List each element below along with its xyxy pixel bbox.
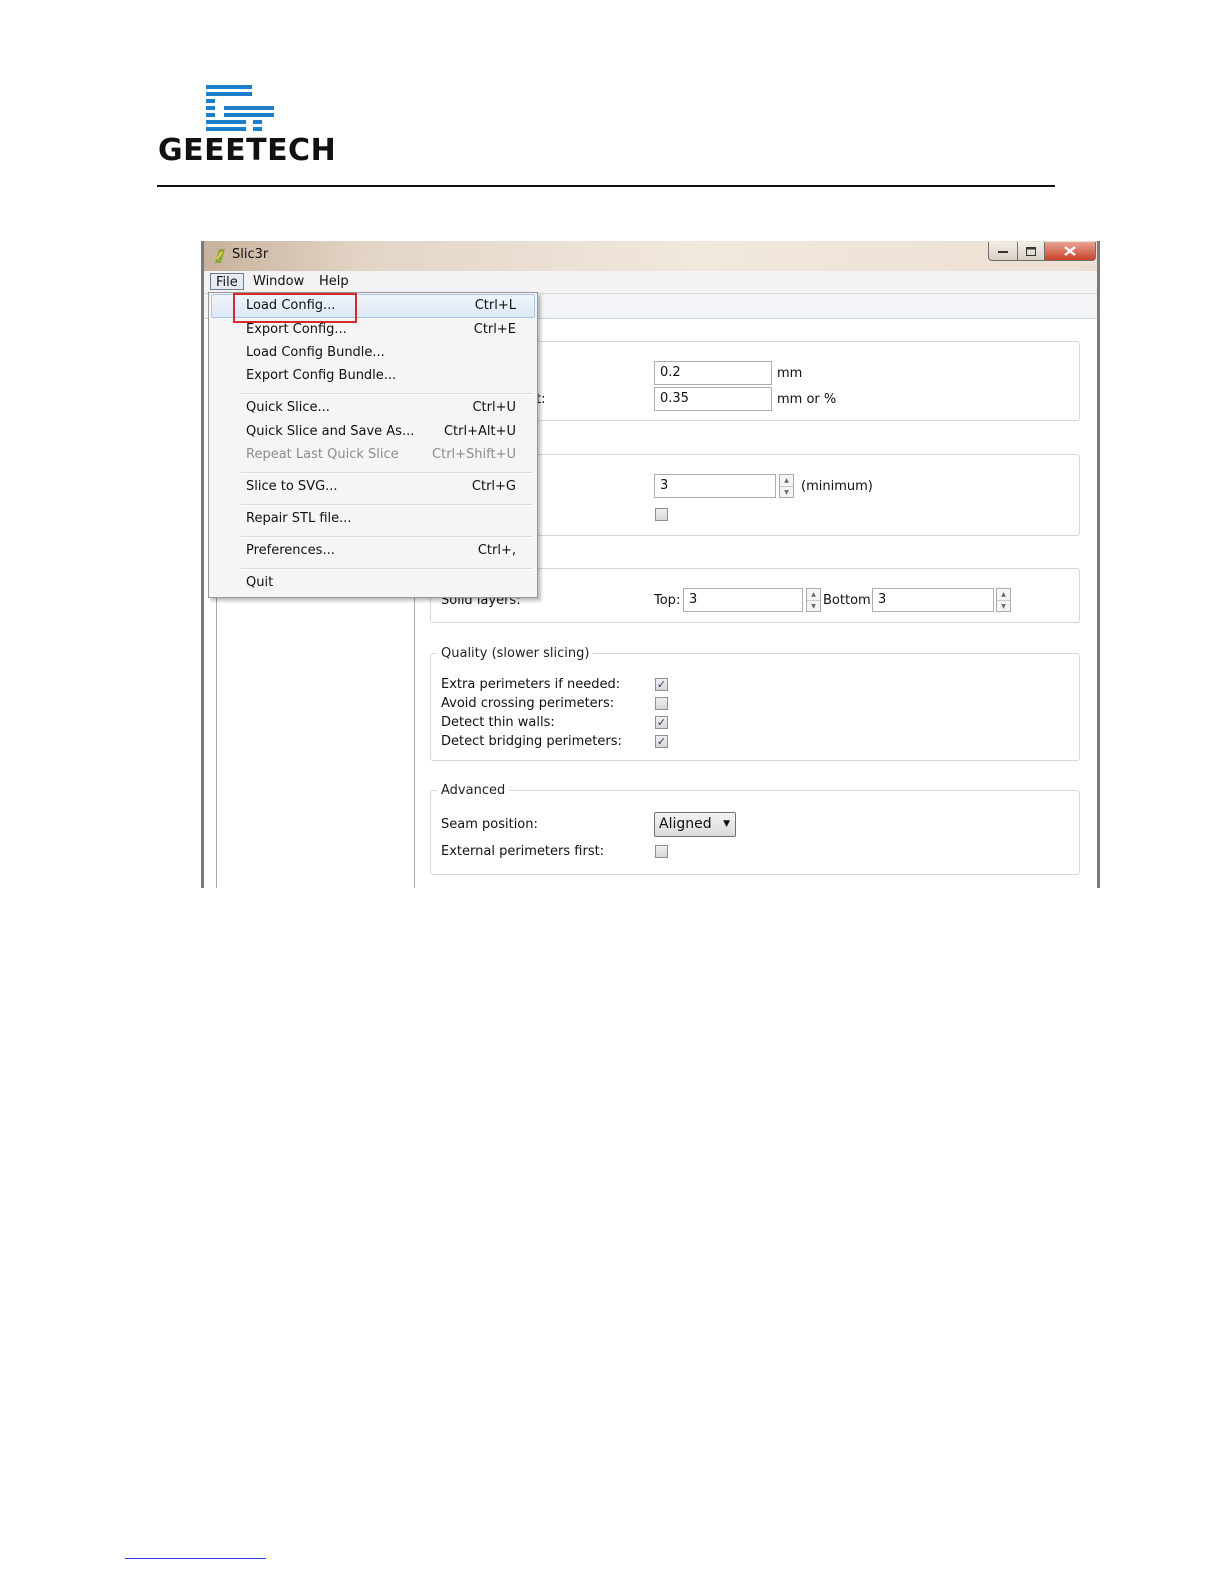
- menu-item-label: Export Config...: [246, 322, 347, 337]
- spin-down-icon[interactable]: ▼: [807, 601, 820, 612]
- layer-height-unit: mm: [777, 366, 803, 381]
- perimeters-input[interactable]: 3: [654, 474, 776, 498]
- header-divider: [157, 185, 1055, 187]
- spin-up-icon[interactable]: ▲: [807, 589, 820, 601]
- menu-item-label: Quick Slice and Save As...: [246, 424, 415, 439]
- menu-item-shortcut: Ctrl+G: [471, 479, 516, 494]
- menu-item-label: Slice to SVG...: [246, 479, 338, 494]
- detect-thin-walls-label: Detect thin walls:: [441, 715, 555, 730]
- spiral-vase-checkbox[interactable]: [655, 508, 668, 521]
- detect-thin-walls-checkbox[interactable]: ✓: [655, 716, 668, 729]
- footer-link-underline[interactable]: [125, 1558, 266, 1559]
- menu-file[interactable]: File: [210, 273, 244, 290]
- first-layer-height-input[interactable]: 0.35: [654, 387, 772, 411]
- quality-legend: Quality (slower slicing): [441, 646, 590, 661]
- advanced-legend: Advanced: [441, 783, 506, 798]
- seam-position-value: Aligned: [659, 816, 712, 832]
- detect-bridging-checkbox[interactable]: ✓: [655, 735, 668, 748]
- maximize-icon: [1026, 246, 1036, 256]
- menu-item-load-config-bundle[interactable]: Load Config Bundle...: [211, 342, 535, 364]
- avoid-crossing-label: Avoid crossing perimeters:: [441, 696, 615, 711]
- menu-item-quick-slice[interactable]: Quick Slice... Ctrl+U: [211, 397, 535, 419]
- spin-down-icon[interactable]: ▼: [780, 487, 793, 498]
- menu-help[interactable]: Help: [314, 273, 354, 290]
- spin-down-icon[interactable]: ▼: [997, 601, 1010, 612]
- external-perimeters-first-checkbox[interactable]: [655, 845, 668, 858]
- bottom-solid-layers-input[interactable]: 3: [872, 588, 994, 612]
- window-title: Slic3r: [232, 247, 269, 262]
- menu-item-label: Repair STL file...: [246, 511, 352, 526]
- menu-item-slice-to-svg[interactable]: Slice to SVG... Ctrl+G: [211, 476, 535, 498]
- bottom-label: Bottom:: [823, 593, 876, 608]
- title-bar: Slic3r: [204, 241, 1097, 271]
- menu-item-shortcut: Ctrl+Shift+U: [432, 447, 516, 462]
- extra-perimeters-label: Extra perimeters if needed:: [441, 677, 621, 692]
- menu-item-shortcut: Ctrl+L: [474, 298, 516, 313]
- menu-separator: [241, 536, 533, 538]
- bottom-solid-layers-spinner[interactable]: ▲ ▼: [996, 588, 1011, 612]
- menu-item-repeat-last-quick-slice: Repeat Last Quick Slice Ctrl+Shift+U: [211, 444, 535, 466]
- first-layer-height-unit: mm or %: [777, 392, 837, 407]
- file-menu-dropdown: Load Config... Ctrl+L Export Config... C…: [208, 292, 538, 598]
- menu-item-label: Export Config Bundle...: [246, 368, 397, 383]
- spin-up-icon[interactable]: ▲: [780, 475, 793, 487]
- logo-wordmark: GEEETECH: [158, 133, 337, 168]
- top-solid-layers-input[interactable]: 3: [683, 588, 803, 612]
- menu-item-shortcut: Ctrl+Alt+U: [443, 424, 516, 439]
- menu-item-repair-stl[interactable]: Repair STL file...: [211, 508, 535, 530]
- menu-separator: [241, 472, 533, 474]
- menu-separator: [241, 504, 533, 506]
- menu-item-quick-slice-save-as[interactable]: Quick Slice and Save As... Ctrl+Alt+U: [211, 421, 535, 443]
- layer-height-input[interactable]: 0.2: [654, 361, 772, 385]
- chevron-down-icon: ▼: [723, 819, 730, 829]
- minimize-icon: [998, 251, 1008, 253]
- external-perimeters-first-label: External perimeters first:: [441, 844, 605, 859]
- menu-item-label: Quit: [246, 575, 274, 590]
- menu-item-shortcut: Ctrl+,: [477, 543, 516, 558]
- perimeters-note: (minimum): [801, 479, 873, 494]
- top-solid-layers-spinner[interactable]: ▲ ▼: [806, 588, 821, 612]
- menu-item-label: Load Config Bundle...: [246, 345, 385, 360]
- menu-item-preferences[interactable]: Preferences... Ctrl+,: [211, 540, 535, 562]
- menu-item-shortcut: Ctrl+E: [473, 322, 516, 337]
- slic3r-app-icon: [215, 249, 225, 263]
- menu-item-export-config-bundle[interactable]: Export Config Bundle...: [211, 365, 535, 387]
- menu-item-label: Preferences...: [246, 543, 335, 558]
- extra-perimeters-checkbox[interactable]: ✓: [655, 678, 668, 691]
- menu-item-label: Repeat Last Quick Slice: [246, 447, 399, 462]
- minimize-button[interactable]: [988, 242, 1018, 261]
- perimeters-spinner[interactable]: ▲ ▼: [779, 474, 794, 498]
- close-icon: [1064, 246, 1076, 256]
- menu-window[interactable]: Window: [248, 273, 309, 290]
- top-label: Top:: [654, 593, 681, 608]
- maximize-button[interactable]: [1017, 242, 1045, 261]
- spin-up-icon[interactable]: ▲: [997, 589, 1010, 601]
- menu-separator: [241, 568, 533, 570]
- menu-item-label: Quick Slice...: [246, 400, 330, 415]
- seam-position-label: Seam position:: [441, 817, 538, 832]
- seam-position-select[interactable]: Aligned ▼: [654, 812, 736, 837]
- menu-item-quit[interactable]: Quit: [211, 572, 535, 594]
- menu-item-shortcut: Ctrl+U: [472, 400, 516, 415]
- detect-bridging-label: Detect bridging perimeters:: [441, 734, 622, 749]
- close-button[interactable]: [1044, 242, 1096, 261]
- avoid-crossing-checkbox[interactable]: [655, 697, 668, 710]
- load-config-highlight-box: [233, 293, 357, 323]
- menu-bar: File Window Help: [204, 271, 1097, 294]
- menu-separator: [241, 393, 533, 395]
